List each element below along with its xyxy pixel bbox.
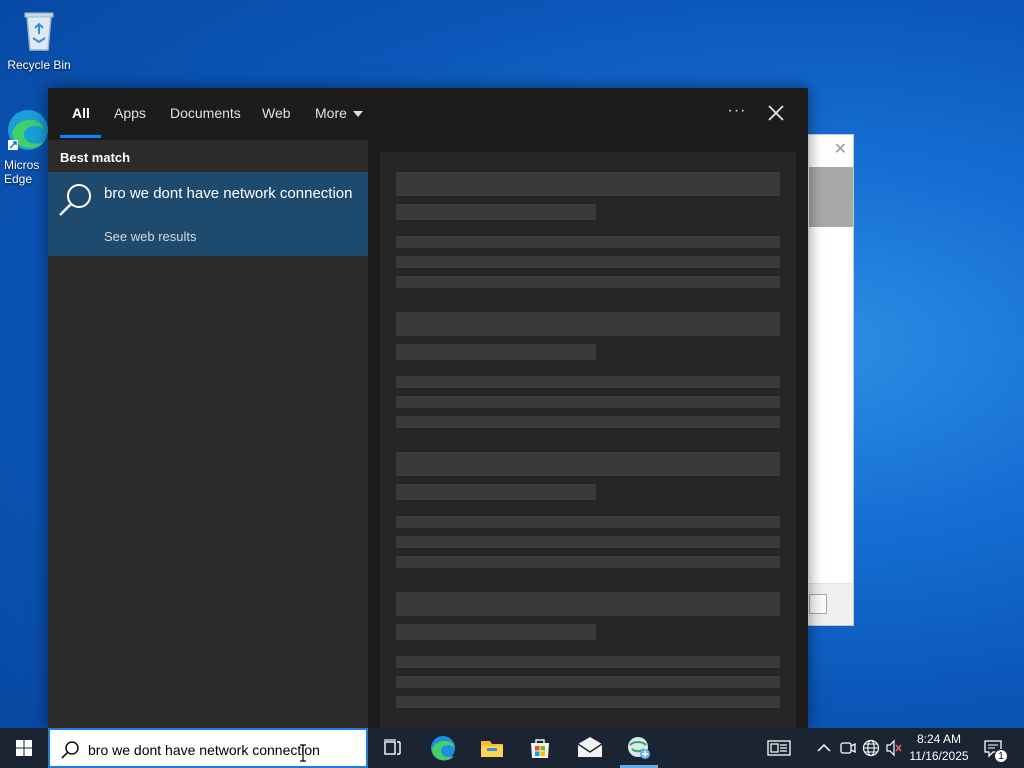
preview-column bbox=[368, 140, 808, 728]
meet-now-icon bbox=[840, 742, 856, 754]
skeleton-bar-2-0 bbox=[396, 452, 780, 476]
skeleton-bar-2-1 bbox=[396, 484, 596, 500]
notification-count-badge: 1 bbox=[994, 749, 1008, 763]
skeleton-bar-3-2 bbox=[396, 656, 780, 668]
skeleton-bar-1-1 bbox=[396, 344, 596, 360]
results-column: Best match bro we dont have network conn… bbox=[48, 140, 368, 728]
clock-time: 8:24 AM bbox=[916, 732, 962, 746]
taskbar: 8:24 AM 11/16/2025 1 bbox=[0, 728, 1024, 768]
result-title: bro we dont have network connection bbox=[104, 185, 353, 202]
close-panel-button[interactable] bbox=[764, 100, 788, 126]
chevron-down-icon bbox=[352, 111, 363, 118]
skeleton-bar-3-3 bbox=[396, 676, 780, 688]
skeleton-bar-0-4 bbox=[396, 276, 780, 288]
skeleton-bar-0-3 bbox=[396, 256, 780, 268]
search-icon bbox=[61, 741, 79, 759]
skeleton-bar-3-1 bbox=[396, 624, 596, 640]
network-status-button[interactable] bbox=[861, 737, 881, 759]
tab-all[interactable]: All bbox=[72, 105, 90, 121]
network-app-icon bbox=[628, 737, 650, 759]
skeleton-bar-1-2 bbox=[396, 376, 780, 388]
file-explorer-button[interactable] bbox=[472, 732, 512, 764]
more-options-button[interactable]: ··· bbox=[724, 100, 750, 126]
recycle-bin-label: Recycle Bin bbox=[7, 58, 71, 72]
skeleton-bar-2-4 bbox=[396, 556, 780, 568]
skeleton-bar-0-1 bbox=[396, 204, 596, 220]
close-icon[interactable]: ✕ bbox=[834, 139, 847, 159]
taskbar-clock[interactable]: 8:24 AM 11/16/2025 bbox=[905, 731, 973, 765]
news-widget-button[interactable] bbox=[766, 737, 792, 759]
task-view-button[interactable] bbox=[372, 732, 412, 764]
best-match-heading: Best match bbox=[60, 150, 131, 165]
dialog-footer bbox=[809, 583, 853, 625]
dialog-button[interactable] bbox=[809, 594, 827, 614]
mail-icon bbox=[577, 737, 603, 757]
news-icon bbox=[767, 740, 791, 756]
taskbar-edge-button[interactable] bbox=[423, 732, 463, 764]
dialog-header-band bbox=[809, 167, 853, 227]
recycle-bin-icon bbox=[15, 6, 63, 54]
volume-muted-icon bbox=[886, 739, 902, 757]
search-panel: All Apps Documents Web More ··· Best mat… bbox=[48, 88, 808, 728]
skeleton-bar-1-4 bbox=[396, 416, 780, 428]
skeleton-bar-1-3 bbox=[396, 396, 780, 408]
best-match-result[interactable]: bro we dont have network connection See … bbox=[48, 172, 368, 256]
tab-more[interactable]: More bbox=[315, 105, 363, 121]
tab-apps[interactable]: Apps bbox=[114, 105, 146, 121]
start-button[interactable] bbox=[0, 728, 48, 768]
result-subtitle: See web results bbox=[104, 229, 197, 244]
edge-icon bbox=[4, 106, 52, 154]
file-explorer-icon bbox=[481, 741, 503, 757]
skeleton-bar-3-4 bbox=[396, 696, 780, 708]
edge-icon bbox=[431, 736, 455, 761]
desktop-icon-recycle-bin[interactable]: Recycle Bin bbox=[1, 6, 77, 72]
skeleton-bar-0-0 bbox=[396, 172, 780, 196]
windows-icon bbox=[16, 740, 32, 756]
close-icon bbox=[768, 105, 784, 121]
tab-more-label: More bbox=[315, 105, 347, 121]
preview-loading-card bbox=[380, 152, 796, 728]
store-icon bbox=[531, 739, 549, 758]
skeleton-bar-0-2 bbox=[396, 236, 780, 248]
skeleton-bar-1-0 bbox=[396, 312, 780, 336]
search-tabs-bar: All Apps Documents Web More ··· bbox=[48, 88, 808, 140]
task-view-icon bbox=[384, 739, 401, 755]
text-cursor-icon bbox=[300, 744, 306, 762]
globe-icon bbox=[862, 739, 880, 757]
skeleton-bar-2-2 bbox=[396, 516, 780, 528]
show-hidden-icons-button[interactable] bbox=[814, 737, 834, 759]
volume-button[interactable] bbox=[884, 737, 904, 759]
skeleton-bar-2-3 bbox=[396, 536, 780, 548]
search-input[interactable] bbox=[88, 740, 362, 760]
network-app-button[interactable] bbox=[619, 732, 659, 764]
tab-documents[interactable]: Documents bbox=[170, 105, 241, 121]
search-icon bbox=[59, 184, 91, 216]
skeleton-bar-3-0 bbox=[396, 592, 780, 616]
taskbar-search-box[interactable] bbox=[48, 728, 368, 768]
active-tab-indicator bbox=[60, 135, 101, 138]
meet-now-button[interactable] bbox=[838, 737, 858, 759]
clock-date: 11/16/2025 bbox=[909, 749, 969, 763]
tab-web[interactable]: Web bbox=[262, 105, 291, 121]
chevron-up-icon bbox=[817, 743, 831, 752]
store-button[interactable] bbox=[520, 732, 560, 764]
mail-button[interactable] bbox=[570, 732, 610, 764]
